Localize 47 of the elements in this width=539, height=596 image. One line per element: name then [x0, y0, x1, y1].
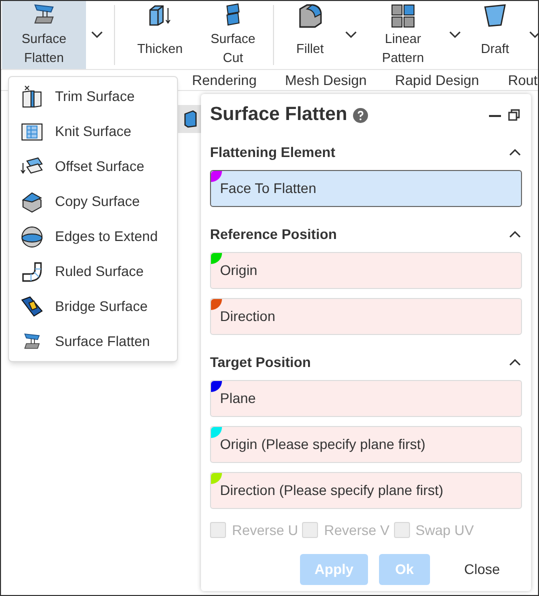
- selection-field[interactable]: Direction (Please specify plane first): [210, 472, 522, 509]
- menu-item[interactable]: Surface Flatten: [9, 324, 177, 359]
- menu-item[interactable]: Offset Surface: [9, 149, 177, 184]
- ribbon-tab[interactable]: Mesh Design: [285, 70, 395, 90]
- selection-field[interactable]: Plane: [210, 380, 522, 417]
- help-icon[interactable]: [353, 108, 368, 122]
- ribbon-button[interactable]: Surface Cut: [199, 1, 267, 69]
- ribbon-tab[interactable]: Rendering: [192, 70, 285, 90]
- ribbon-tab[interactable]: Rapid Design: [395, 70, 508, 90]
- ribbon-button[interactable]: Linear Pattern: [362, 1, 444, 69]
- ribbon-button[interactable]: Thicken: [121, 1, 199, 69]
- menu-item[interactable]: Copy Surface: [9, 184, 177, 219]
- thicken-icon: [147, 3, 173, 27]
- menu-item[interactable]: Bridge Surface: [9, 289, 177, 324]
- menu-item[interactable]: Trim Surface: [9, 79, 177, 114]
- fillet-icon: [297, 3, 323, 29]
- selection-field[interactable]: Origin: [210, 252, 522, 289]
- section-title: Reference Position: [210, 224, 337, 244]
- selection-field[interactable]: Origin (Please specify plane first): [210, 426, 522, 463]
- selection-field[interactable]: Direction: [210, 298, 522, 335]
- checkbox-label: Reverse V: [324, 520, 390, 540]
- ribbon-button[interactable]: Draft: [466, 1, 524, 69]
- section-title: Flattening Element: [210, 142, 336, 162]
- ribbon-button[interactable]: Surface Flatten: [2, 1, 86, 69]
- restore-icon[interactable]: [508, 109, 520, 121]
- copy-surface-icon: [20, 190, 44, 214]
- dialog-button[interactable]: Close: [453, 554, 511, 585]
- panel-title: Surface Flatten: [210, 102, 348, 127]
- selection-field[interactable]: Face To Flatten: [210, 170, 522, 207]
- ruled-surface-icon: [20, 260, 44, 284]
- trim-surface-icon: [20, 84, 44, 108]
- menu-item[interactable]: Ruled Surface: [9, 254, 177, 289]
- ribbon-button[interactable]: Fillet: [280, 1, 340, 69]
- collapse-icon[interactable]: [509, 148, 521, 156]
- checkbox-label: Swap UV: [416, 520, 474, 540]
- pattern-grid-icon: [390, 3, 416, 29]
- section-title: Target Position: [210, 352, 311, 372]
- collapse-icon[interactable]: [509, 358, 521, 366]
- ribbon-tab[interactable]: Rout: [508, 70, 538, 90]
- checkbox-label: Reverse U: [232, 520, 298, 540]
- draft-icon: [483, 3, 507, 29]
- cube-icon[interactable]: [183, 110, 197, 128]
- menu-item[interactable]: Knit Surface: [9, 114, 177, 149]
- menu-item[interactable]: Edges to Extend: [9, 219, 177, 254]
- sphere-band-icon: [20, 224, 44, 248]
- collapse-icon[interactable]: [509, 230, 521, 238]
- bridge-surface-icon: [20, 294, 44, 318]
